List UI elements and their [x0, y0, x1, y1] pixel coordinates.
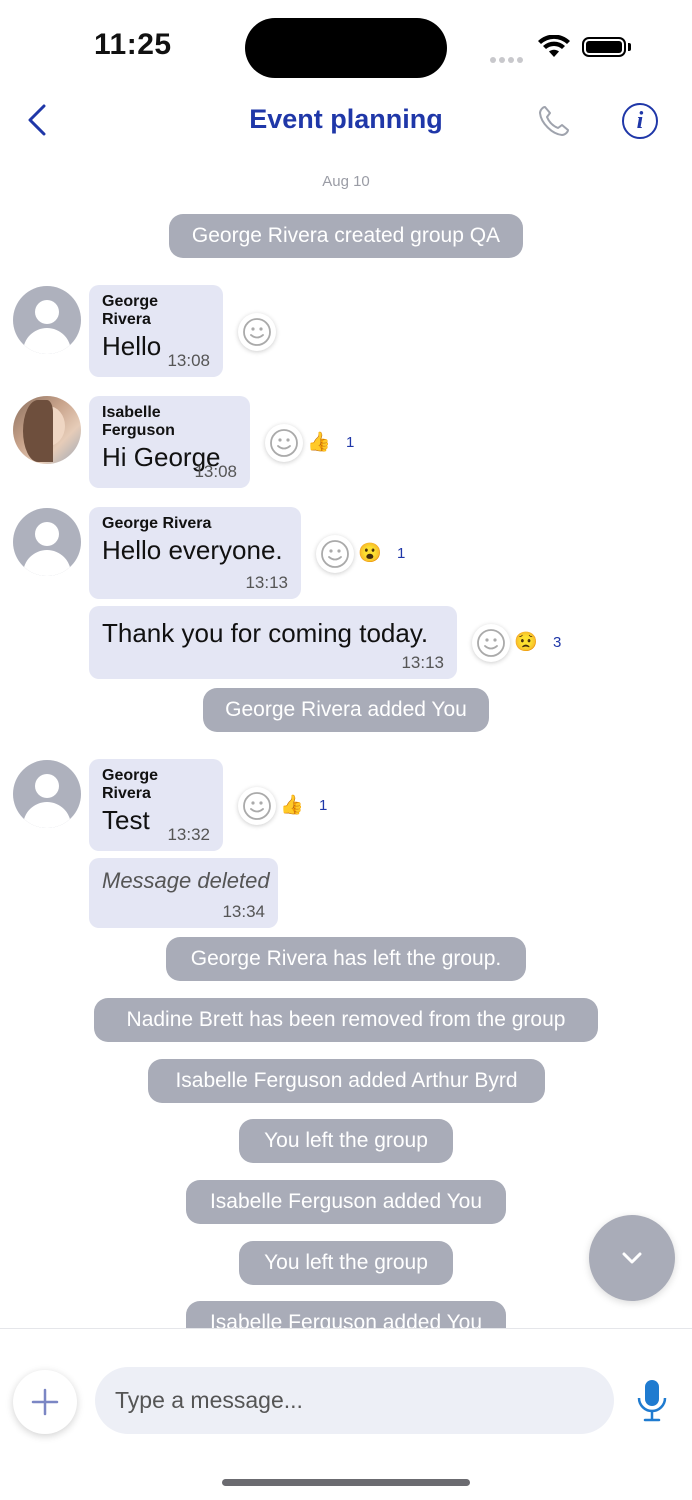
system-message: Isabelle Ferguson added You [186, 1180, 506, 1224]
battery-icon [582, 37, 626, 57]
message-bubble[interactable]: George Rivera Hello everyone. 13:13 [89, 507, 301, 599]
mic-icon[interactable] [634, 1378, 670, 1424]
system-message: You left the group [239, 1119, 453, 1163]
date-divider: Aug 10 [322, 173, 370, 190]
message-bubble[interactable]: Thank you for coming today. 13:13 [89, 606, 457, 679]
smile-react-icon[interactable] [316, 535, 354, 573]
system-message: George Rivera added You [203, 688, 489, 732]
system-message: Isabelle Ferguson added Arthur Byrd [148, 1059, 545, 1103]
status-time: 11:25 [94, 28, 172, 61]
system-message: You left the group [239, 1241, 453, 1285]
message-bubble[interactable]: Message deleted 13:34 [89, 858, 278, 928]
message-text: Thank you for coming today. [102, 618, 429, 648]
wifi-icon [538, 35, 570, 57]
cellular-signal-icon [490, 50, 526, 63]
message-time: 13:08 [194, 462, 237, 481]
reaction-emoji[interactable]: 😟 [514, 631, 538, 655]
attach-button[interactable] [13, 1370, 77, 1434]
message-sender: George Rivera [102, 293, 159, 328]
avatar-photo[interactable] [13, 396, 81, 464]
reaction-count: 1 [346, 434, 355, 451]
message-time: 13:13 [245, 573, 288, 592]
composer-divider [0, 1328, 692, 1329]
message-input[interactable] [95, 1367, 614, 1434]
reaction-count: 1 [397, 545, 406, 562]
system-message: Nadine Brett has been removed from the g… [94, 998, 598, 1042]
reaction-count: 3 [553, 634, 562, 651]
scroll-to-bottom-button[interactable] [589, 1215, 675, 1301]
reaction-count: 1 [319, 797, 328, 814]
battery-cap [628, 43, 631, 51]
message-bubble[interactable]: George Rivera Hello 13:08 [89, 285, 223, 377]
avatar[interactable] [13, 760, 81, 828]
smile-react-icon[interactable] [238, 313, 276, 351]
smile-react-icon[interactable] [265, 424, 303, 462]
dynamic-island [245, 18, 447, 78]
message-time: 13:13 [401, 653, 444, 672]
plus-icon [31, 1388, 59, 1416]
message-time: 13:08 [167, 351, 210, 370]
message-sender: George Rivera [102, 767, 159, 802]
reaction-emoji[interactable]: 👍 [307, 431, 331, 455]
reaction-emoji[interactable]: 😮 [358, 542, 382, 566]
avatar[interactable] [13, 508, 81, 576]
reaction-emoji[interactable]: 👍 [280, 794, 304, 818]
message-bubble[interactable]: George Rivera Test 13:32 [89, 759, 223, 851]
message-time: 13:32 [167, 825, 210, 844]
message-time: 13:34 [222, 902, 265, 921]
avatar[interactable] [13, 286, 81, 354]
message-sender: George Rivera [102, 515, 212, 532]
smile-react-icon[interactable] [472, 624, 510, 662]
phone-icon[interactable] [536, 103, 572, 139]
message-text: Hello everyone. [102, 535, 283, 565]
system-message: George Rivera has left the group. [166, 937, 526, 981]
smile-react-icon[interactable] [238, 787, 276, 825]
conversation-title: Event planning [249, 104, 443, 134]
chevron-down-icon [622, 1252, 642, 1264]
home-indicator [222, 1479, 470, 1486]
message-bubble[interactable]: Isabelle Ferguson Hi George 13:08 [89, 396, 250, 488]
info-icon[interactable]: i [622, 103, 658, 139]
message-deleted-text: Message deleted [102, 868, 270, 893]
system-message: George Rivera created group QA [169, 214, 523, 258]
message-sender: Isabelle Ferguson [102, 404, 175, 439]
